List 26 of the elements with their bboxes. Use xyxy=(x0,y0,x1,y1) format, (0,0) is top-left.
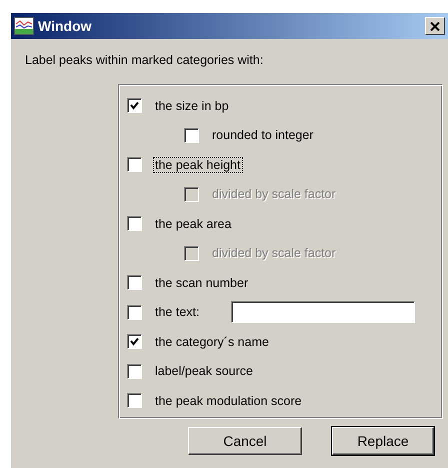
checkbox[interactable] xyxy=(127,98,142,114)
checkbox[interactable] xyxy=(127,216,142,232)
checkbox-label[interactable]: the scan number xyxy=(153,274,250,291)
checkbox[interactable] xyxy=(127,334,142,350)
text-field[interactable] xyxy=(231,301,416,324)
instruction-text: Label peaks within marked categories with: xyxy=(25,53,264,69)
checkbox[interactable] xyxy=(127,275,142,290)
checkbox-label[interactable]: the category´s name xyxy=(153,334,271,350)
checkbox[interactable] xyxy=(127,157,142,172)
checkbox[interactable] xyxy=(184,128,199,143)
checkbox[interactable] xyxy=(127,393,142,408)
checkbox[interactable] xyxy=(127,364,142,379)
checkbox-label[interactable]: label/peak source xyxy=(153,363,255,380)
dialog-button[interactable]: Cancel xyxy=(188,426,302,454)
checkbox[interactable] xyxy=(127,304,142,320)
checkbox-label[interactable]: the size in bp xyxy=(153,98,231,114)
chart-icon xyxy=(14,17,34,35)
checkbox-label[interactable]: the peak modulation score xyxy=(153,392,304,409)
checkbox-label[interactable]: rounded to integer xyxy=(210,127,316,144)
checkbox-label[interactable]: the peak height xyxy=(153,156,242,173)
close-icon xyxy=(430,22,440,30)
dialog-button[interactable]: Replace xyxy=(332,426,434,454)
checkbox-label[interactable]: the text: xyxy=(153,304,202,320)
window-title: Window xyxy=(38,18,93,34)
checkbox-label[interactable]: the peak area xyxy=(153,216,234,232)
close-button[interactable] xyxy=(425,17,445,35)
